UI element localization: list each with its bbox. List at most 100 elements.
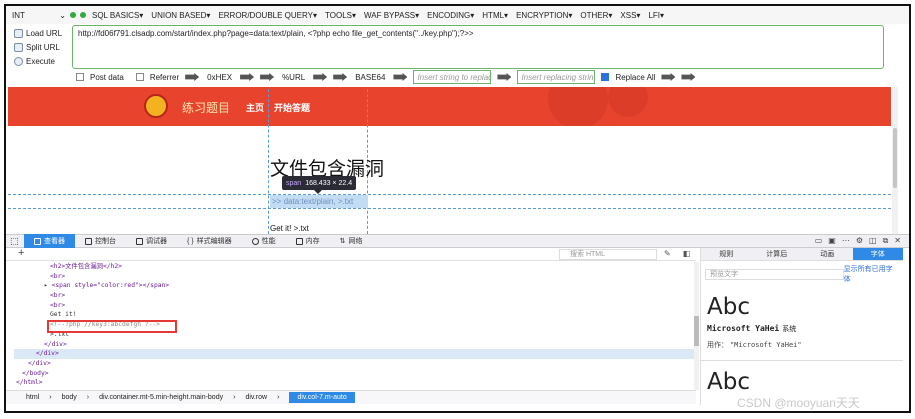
hackbar-actions: Load URL Split URL Execute xyxy=(14,26,74,68)
tab-fonts[interactable]: 字体 xyxy=(852,248,903,260)
show-all-fonts-link[interactable]: 显示所有已用字体 xyxy=(844,264,899,284)
menu-encryption[interactable]: ENCRYPTION▾ xyxy=(514,11,574,20)
arrow-right-icon[interactable] xyxy=(661,73,676,81)
pick-element-icon[interactable]: ⬚ xyxy=(10,236,24,247)
tab-computed[interactable]: 计算后 xyxy=(752,248,803,260)
tab-memory[interactable]: 内存 xyxy=(286,234,330,248)
code-line[interactable]: </html> xyxy=(14,378,694,388)
highlighted-span: >> data:text/plain, >.txt xyxy=(270,195,368,208)
devtools-window-controls: ▭ ▣ ⋯ ⚙ ◫ ⧉ ✕ xyxy=(815,236,901,246)
replacing-string-input[interactable]: Insert replacing string xyxy=(517,70,596,84)
site-header: 练习题目 主页 开始答题 xyxy=(8,87,891,126)
tab-rules[interactable]: 规则 xyxy=(701,248,752,260)
preview-text-input[interactable]: 预览文字 xyxy=(705,268,844,280)
menu-lfi[interactable]: LFI▾ xyxy=(646,11,666,20)
load-url-icon xyxy=(14,28,23,38)
breadcrumb-separator-icon: › xyxy=(86,394,90,401)
tab-animations[interactable]: 动画 xyxy=(802,248,853,260)
responsive-icon[interactable]: ▭ xyxy=(815,236,823,246)
html-tree-scrollbar-thumb[interactable] xyxy=(694,316,699,346)
usage-value: "Microsoft YaHei" xyxy=(729,341,802,349)
int-select[interactable]: INT ⌄ xyxy=(12,11,66,20)
arrow-right-icon[interactable] xyxy=(393,73,408,81)
tab-network[interactable]: ⇅ 网络 xyxy=(330,234,373,248)
settings-icon[interactable]: ⚙ xyxy=(856,236,863,246)
code-line[interactable]: <br> xyxy=(14,272,694,282)
code-text: </div> xyxy=(44,340,67,348)
arrow-right-icon[interactable] xyxy=(313,73,328,81)
code-line[interactable]: <br> xyxy=(14,301,694,311)
close-icon[interactable]: ✕ xyxy=(894,236,901,246)
get-it-text: Get it! >.txt xyxy=(270,224,309,233)
tab-performance[interactable]: 性能 xyxy=(242,234,286,248)
site-brand[interactable]: 练习题目 xyxy=(182,99,230,116)
eyedropper-icon[interactable]: ✎ xyxy=(664,249,671,258)
inspector-guide-line xyxy=(8,194,891,195)
code-line[interactable]: Get it! xyxy=(14,310,694,320)
add-node-icon[interactable]: + xyxy=(18,247,24,259)
tab-console[interactable]: 控制台 xyxy=(75,234,126,248)
code-line[interactable]: </body> xyxy=(14,369,694,379)
screenshot-icon[interactable]: ▣ xyxy=(828,236,836,246)
arrow-left-icon[interactable] xyxy=(333,73,348,81)
code-line[interactable]: <br> xyxy=(14,291,694,301)
base64-label: BASE64 xyxy=(355,72,386,82)
code-line[interactable]: </div> xyxy=(14,340,694,350)
tab-inspector[interactable]: 查看器 xyxy=(24,234,75,248)
arrow-right-icon[interactable] xyxy=(240,73,255,81)
arrow-right-icon[interactable] xyxy=(681,73,696,81)
font-name-text: Microsoft YaHei xyxy=(707,324,780,333)
execute-button[interactable]: Execute xyxy=(14,54,74,68)
load-url-button[interactable]: Load URL xyxy=(14,26,74,40)
code-text: <br> xyxy=(50,272,66,280)
inspector-icon xyxy=(34,237,41,245)
debugger-icon xyxy=(136,237,143,245)
expand-arrow-icon[interactable]: ▸ xyxy=(44,282,52,289)
code-text: <br> xyxy=(50,292,66,300)
menu-encoding[interactable]: ENCODING▾ xyxy=(425,11,476,20)
load-url-label: Load URL xyxy=(26,28,63,38)
breadcrumb-col[interactable]: div.col-7.m-auto xyxy=(289,392,355,403)
referrer-checkbox[interactable] xyxy=(135,73,144,81)
code-line[interactable]: ▸ <span style="color:red"></span> xyxy=(14,281,694,291)
breadcrumb-html[interactable]: html xyxy=(26,394,39,401)
replace-all-checkbox[interactable] xyxy=(601,73,610,81)
nav-home[interactable]: 主页 xyxy=(246,101,264,114)
code-text: </div> xyxy=(28,359,51,367)
menu-other[interactable]: OTHER▾ xyxy=(578,11,614,20)
arrow-left-icon[interactable] xyxy=(260,73,275,81)
nav-start-quiz[interactable]: 开始答题 xyxy=(274,101,310,114)
tab-style-editor[interactable]: { } 样式编辑器 xyxy=(177,234,242,248)
dock-icon[interactable]: ◫ xyxy=(869,236,877,246)
breadcrumb-row[interactable]: div.row xyxy=(245,394,267,401)
post-data-checkbox[interactable] xyxy=(76,73,84,81)
code-text: Get it! xyxy=(50,311,77,319)
menu-waf-bypass[interactable]: WAF BYPASS▾ xyxy=(362,11,421,20)
split-url-button[interactable]: Split URL xyxy=(14,40,74,54)
code-line[interactable]: </div> xyxy=(14,359,694,369)
tab-debugger[interactable]: 调试器 xyxy=(126,234,177,248)
sidebar-toggle-icon[interactable]: ◧ xyxy=(683,249,691,258)
menu-union-based[interactable]: UNION BASED▾ xyxy=(149,11,212,20)
search-html-input[interactable]: 搜索 HTML xyxy=(559,249,657,260)
breadcrumb-container[interactable]: div.container.mt-5.min-height.main-body xyxy=(99,394,223,401)
code-line[interactable]: <h2>文件包含漏洞</h2> xyxy=(14,262,694,272)
insert-string-input[interactable]: Insert string to replace xyxy=(413,70,492,84)
popout-icon[interactable]: ⧉ xyxy=(883,236,889,246)
highlight-box xyxy=(47,320,177,333)
breadcrumb-body[interactable]: body xyxy=(62,394,77,401)
hackbar-options: Post data Referrer 0xHEX %URL BASE64 Ins… xyxy=(76,69,889,85)
menu-error-double-query[interactable]: ERROR/DOUBLE QUERY▾ xyxy=(216,11,319,20)
menu-html[interactable]: HTML▾ xyxy=(480,11,510,20)
url-textarea[interactable]: http://fd06f791.clsadp.com/start/index.p… xyxy=(72,25,884,69)
menu-tools[interactable]: TOOLS▾ xyxy=(323,11,358,20)
menu-sql-basics[interactable]: SQL BASICS▾ xyxy=(90,11,145,20)
hackbar-menu: INT ⌄ SQL BASICS▾ UNION BASED▾ ERROR/DOU… xyxy=(6,6,909,24)
page-scrollbar-thumb[interactable] xyxy=(893,128,897,188)
braces-icon: { } xyxy=(187,237,194,245)
lantern-decoration xyxy=(608,87,648,117)
code-line-selected[interactable]: </div> xyxy=(14,349,694,359)
more-icon[interactable]: ⋯ xyxy=(842,236,850,246)
menu-xss[interactable]: XSS▾ xyxy=(618,11,642,20)
arrow-left-icon[interactable] xyxy=(185,73,200,81)
